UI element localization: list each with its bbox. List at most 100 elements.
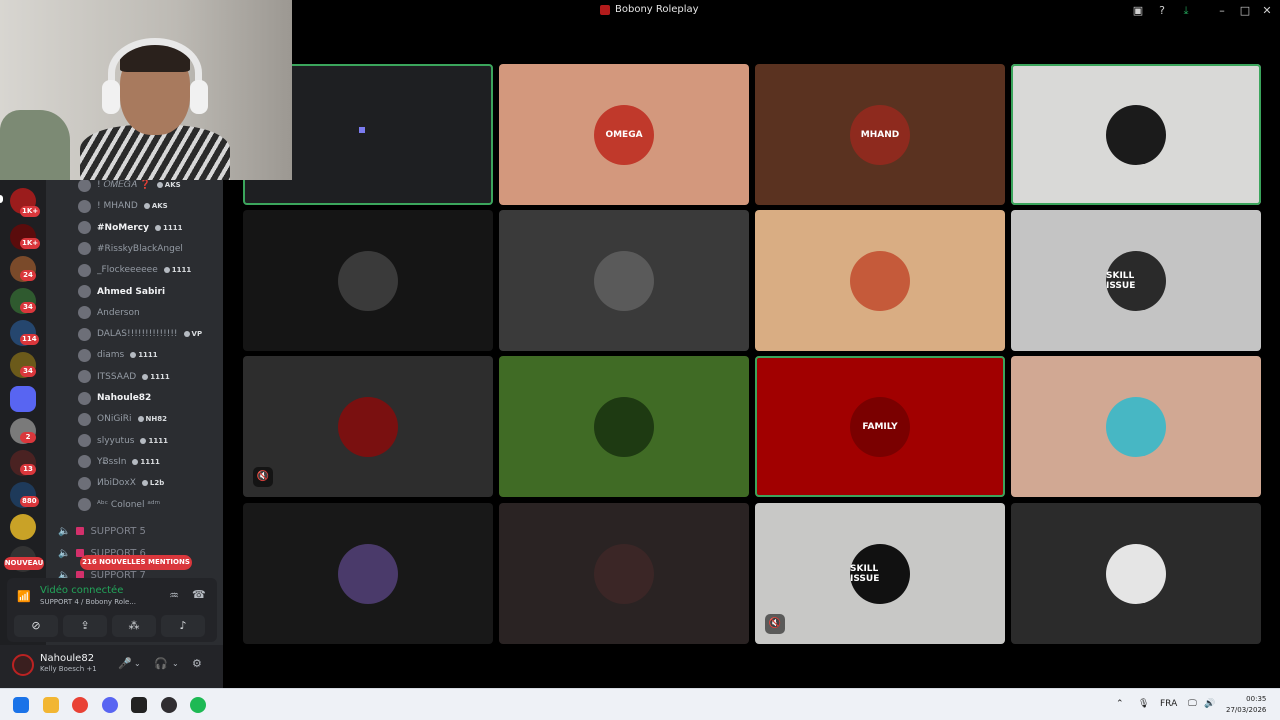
clock-time: 00:35 (1246, 695, 1267, 703)
disconnect-icon[interactable]: ☎ (192, 588, 206, 601)
share-screen-button[interactable]: ⇪ (63, 615, 107, 637)
participant-avatar: SKILL ISSUE (1106, 250, 1166, 311)
video-tile[interactable] (1011, 503, 1261, 644)
file-explorer-icon[interactable] (43, 697, 59, 713)
video-tile[interactable] (243, 503, 493, 644)
avatar (78, 455, 91, 469)
server-icon[interactable] (10, 514, 36, 540)
member-item[interactable]: YɃssIn 1111 (78, 453, 160, 471)
camera-toggle-button[interactable]: ⊘ (14, 615, 58, 637)
chevron-down-icon[interactable]: ⌄ (172, 659, 179, 668)
spotify-icon[interactable] (190, 697, 206, 713)
member-item[interactable]: diams 1111 (78, 346, 158, 364)
help-icon[interactable]: ? (1155, 4, 1169, 18)
volume-icon[interactable]: 🔊 (1204, 699, 1215, 709)
chevron-down-icon[interactable]: ⌄ (134, 659, 141, 668)
member-name: ! MHAND (97, 201, 138, 212)
folder-icon[interactable] (10, 386, 36, 412)
video-tile[interactable]: SKILL ISSUE (1011, 210, 1261, 351)
member-item[interactable]: ITSSAAD 1111 (78, 368, 170, 386)
video-tile[interactable]: 🔇 (243, 356, 493, 497)
video-tile[interactable]: SKILL ISSUE 🔇 (755, 503, 1005, 644)
video-tile[interactable] (499, 210, 749, 351)
member-item[interactable]: ИbiDoхX L2b (78, 474, 164, 492)
member-item[interactable]: ! MHAND AKS (78, 197, 168, 215)
participant-avatar: FAMILY (850, 396, 910, 457)
windows-start-icon[interactable] (13, 697, 29, 713)
member-item[interactable]: ONiGiRi NH82 (78, 410, 167, 428)
video-tile[interactable] (243, 210, 493, 351)
chrome-icon[interactable] (72, 697, 88, 713)
voice-channel-name: SUPPORT 5 (90, 525, 146, 537)
avatar (78, 348, 91, 362)
member-tag: L2b (142, 479, 164, 487)
participant-avatar: OMEGA (594, 104, 654, 165)
member-name: #RisskyBlackAngel (97, 243, 183, 254)
discord-window: Bobony Roleplay ▣ ? ⤓ – □ ✕ 1K+ 1K+ 24 3… (0, 0, 1280, 720)
capcut-icon[interactable] (131, 697, 147, 713)
signal-icon[interactable]: 📶 (17, 590, 31, 603)
video-tile[interactable] (755, 210, 1005, 351)
discord-icon[interactable] (102, 697, 118, 713)
video-tile[interactable] (1011, 356, 1261, 497)
member-name: YɃssIn (97, 456, 127, 467)
close-icon[interactable]: ✕ (1260, 4, 1274, 18)
server-badge: 114 (20, 334, 39, 345)
settings-gear-icon[interactable]: ⚙ (192, 657, 202, 670)
participant-avatar: MHAND (850, 104, 910, 165)
voice-channel-item[interactable]: 🔈 SUPPORT 5 (58, 523, 146, 539)
activities-button[interactable]: ⁂ (112, 615, 156, 637)
server-badge: 24 (20, 270, 36, 281)
new-mentions-banner[interactable]: 216 NOUVELLES MENTIONS (80, 555, 192, 570)
download-icon[interactable]: ⤓ (1179, 4, 1193, 18)
member-item[interactable]: DALAS!!!!!!!!!!!!!! VP (78, 325, 202, 343)
member-item[interactable]: Ahmed Sabiri (78, 283, 165, 301)
noise-suppression-icon[interactable]: ♒ (169, 589, 179, 602)
member-tag: 1111 (132, 458, 159, 466)
language-indicator[interactable]: FRA (1160, 699, 1177, 709)
member-item[interactable]: _Flockeeeeee 1111 (78, 261, 191, 279)
member-item[interactable]: Nahoule82 (78, 389, 151, 407)
avatar (78, 434, 91, 448)
network-icon[interactable]: 🖵 (1188, 699, 1197, 709)
windows-taskbar: ⌃ 🎙 FRA 🖵 🔊 00:35 27/03/2026 (0, 688, 1280, 720)
soundboard-button[interactable]: ♪ (161, 615, 205, 637)
inbox-icon[interactable]: ▣ (1131, 4, 1145, 18)
clock[interactable]: 00:35 27/03/2026 (1226, 694, 1266, 716)
microphone-icon[interactable]: 🎤 (118, 657, 132, 670)
member-item[interactable]: ᴬᵇᶜ Colonel ᵃᵈᵐ (78, 496, 160, 514)
voice-connected-panel: 📶 Vidéo connectée SUPPORT 4 / Bobony Rol… (7, 578, 217, 642)
microphone-tray-icon[interactable]: 🎙 (1138, 699, 1149, 709)
member-tag: 1111 (142, 373, 169, 381)
maximize-icon[interactable]: □ (1238, 4, 1252, 18)
video-tile[interactable]: MHAND (755, 64, 1005, 205)
member-tag: AKS (157, 181, 181, 189)
server-badge: 2 (20, 432, 36, 443)
video-grid: OMEGA MHAND SKILL ISSUE 🔇 FAMILY SKILL ISSUE 🔇 (243, 64, 1262, 644)
new-servers-badge[interactable]: NOUVEAU (4, 557, 44, 570)
minimize-icon[interactable]: – (1215, 4, 1229, 18)
chevron-up-icon[interactable]: ⌃ (1116, 699, 1124, 709)
video-tile[interactable]: FAMILY (755, 356, 1005, 497)
video-tile[interactable]: OMEGA (499, 64, 749, 205)
user-status: Kelly Boesch +1 (40, 665, 97, 673)
avatar (78, 476, 91, 490)
clock-date: 27/03/2026 (1226, 706, 1267, 714)
obs-icon[interactable] (161, 697, 177, 713)
member-item[interactable]: slyyutus 1111 (78, 432, 168, 450)
video-tile[interactable] (499, 503, 749, 644)
member-item[interactable]: #NoMercy 1111 (78, 219, 182, 237)
voice-channel-link[interactable]: SUPPORT 4 / Bobony Role... (40, 598, 136, 606)
muted-icon: 🔇 (765, 614, 785, 634)
server-badge: 34 (20, 366, 36, 377)
headphones-icon[interactable]: 🎧 (154, 657, 168, 670)
member-item[interactable]: #RisskyBlackAngel (78, 240, 183, 258)
window-title: Bobony Roleplay (600, 4, 699, 15)
video-tile[interactable] (1011, 64, 1261, 205)
video-tile[interactable] (499, 356, 749, 497)
avatar (78, 327, 91, 341)
avatar[interactable] (12, 654, 34, 676)
avatar (78, 263, 91, 277)
username: Nahoule82 (40, 653, 95, 664)
member-item[interactable]: Anderson (78, 304, 140, 322)
